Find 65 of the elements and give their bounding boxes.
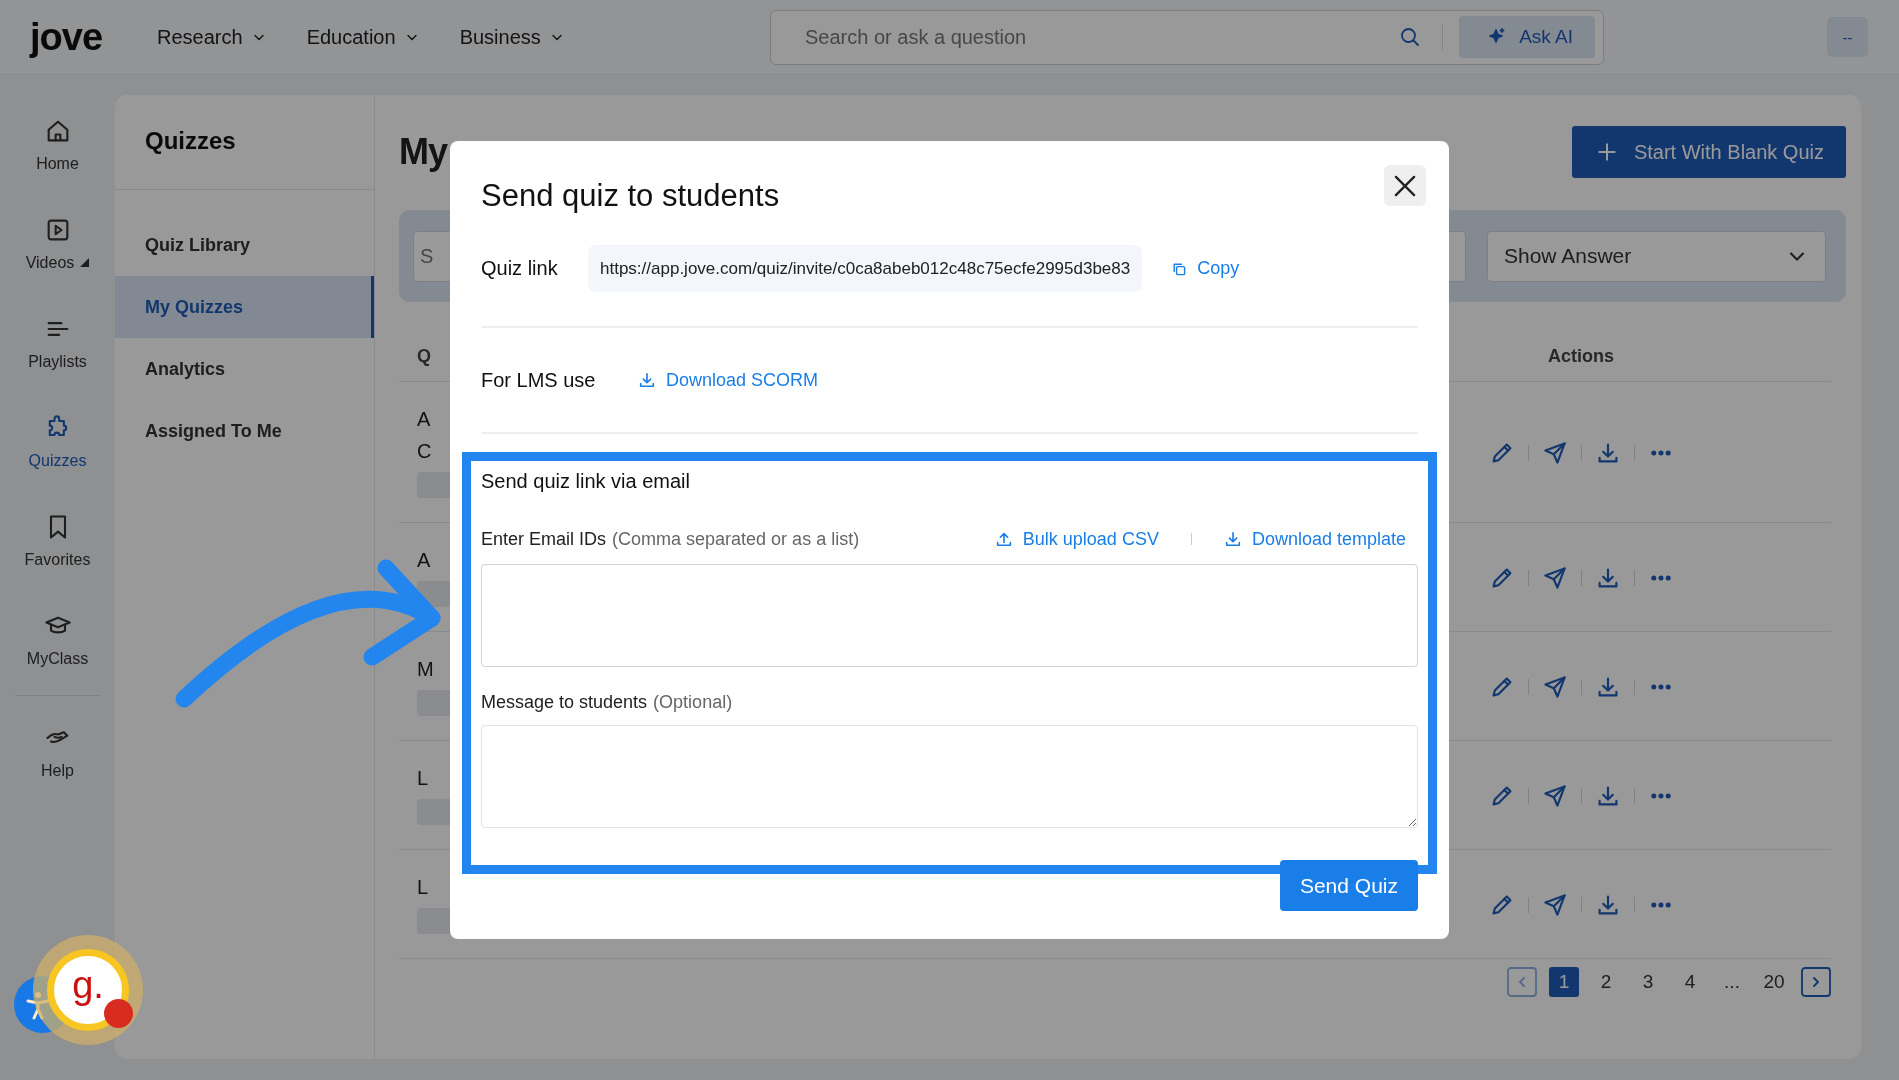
table-cell-text: A (417, 549, 431, 573)
download-icon (1223, 530, 1242, 548)
field-label: For LMS use (481, 368, 597, 392)
page-number[interactable]: 4 (1675, 967, 1705, 997)
field-label: Message to students (481, 691, 648, 713)
column-header: Actions (1547, 346, 1615, 367)
upload-icon (994, 530, 1013, 548)
nav-menu[interactable]: Research (157, 25, 267, 49)
field-label: Quiz link (481, 257, 559, 280)
rail-item[interactable]: Videos (7, 194, 108, 293)
panel-item[interactable]: My Quizzes (115, 276, 374, 338)
page-number[interactable]: ... (1717, 967, 1747, 997)
page-number[interactable]: 3 (1633, 967, 1663, 997)
nav-menu[interactable]: Education (306, 25, 420, 49)
send-icon[interactable] (1542, 441, 1567, 465)
rail-item[interactable]: MyClass (7, 590, 108, 689)
message-field[interactable] (481, 725, 1418, 828)
rail-item[interactable]: Help (7, 702, 108, 801)
field-hint: (Optional) (653, 691, 733, 713)
panel-item[interactable]: Quiz Library (115, 214, 374, 276)
table-cell-text: C (417, 440, 432, 464)
start-quiz-button[interactable]: Start With Blank Quiz (1571, 126, 1846, 178)
panel-item[interactable]: Analytics (115, 338, 374, 400)
field-hint: (Comma separated or as a list) (612, 528, 860, 550)
search-field[interactable]: Search or ask a question Ask AI (770, 9, 1604, 65)
send-icon[interactable] (1542, 893, 1567, 917)
download-icon (638, 371, 656, 389)
panel-title: Quizzes (115, 95, 374, 190)
rail-item[interactable]: Favorites (7, 491, 108, 590)
table-cell-text: M (417, 658, 434, 682)
rail-item[interactable]: Playlists (7, 293, 108, 392)
page-title: My (399, 131, 447, 173)
send-quiz-button[interactable]: Send Quiz (1279, 860, 1418, 911)
copy-link[interactable]: Copy (1171, 258, 1240, 279)
modal-title: Send quiz to students (481, 177, 780, 215)
logo[interactable]: jove (30, 15, 103, 59)
ask-ai-button[interactable]: Ask AI (1459, 16, 1595, 58)
table-cell-text: L (417, 767, 429, 791)
rail-item[interactable]: Home (7, 95, 108, 194)
table-cell-text: A (417, 408, 431, 432)
field-label: Enter Email IDs (481, 528, 607, 550)
link-field[interactable]: https://app.jove.com/quiz/invite/c0ca8abeb012c48c75ecfe2995d3be83 (588, 245, 1143, 292)
column-header: Q (417, 346, 432, 367)
account-button[interactable]: -- (1827, 17, 1868, 57)
bulk-upload-link[interactable]: Bulk upload CSV (994, 528, 1159, 550)
send-icon[interactable] (1542, 675, 1567, 699)
close-button[interactable] (1384, 165, 1426, 206)
chevron-right-icon[interactable] (1801, 967, 1831, 997)
copy-icon (1171, 260, 1188, 277)
page-number[interactable]: 2 (1591, 967, 1621, 997)
plus-icon (1595, 141, 1618, 163)
show-answer-select[interactable]: Show Answer (1487, 230, 1826, 282)
page-number[interactable]: 1 (1549, 967, 1579, 997)
email-field[interactable] (481, 564, 1418, 667)
download-scorm-link[interactable]: Download SCORM (638, 369, 819, 391)
rail-item[interactable]: Quizzes (7, 392, 108, 491)
table-cell-text: L (417, 876, 429, 900)
caret-icon (80, 258, 90, 267)
nav-menu[interactable]: Business (459, 25, 565, 49)
send-icon[interactable] (1542, 784, 1567, 808)
section-title: Send quiz link via email (481, 470, 691, 494)
panel-item[interactable]: Assigned To Me (115, 400, 374, 462)
download-template-link[interactable]: Download template (1223, 528, 1406, 550)
send-icon[interactable] (1542, 566, 1567, 590)
page-number[interactable]: 20 (1759, 967, 1789, 997)
